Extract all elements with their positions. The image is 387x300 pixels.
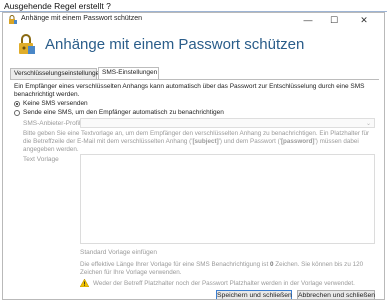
minimize-button[interactable]: —	[295, 13, 321, 28]
password-placeholder: [password]	[280, 138, 315, 145]
radio-send-sms[interactable]: Sende eine SMS, um den Empfänger automat…	[14, 109, 224, 117]
lock-attachment-icon	[9, 15, 17, 24]
text-template-label: Text Vorlage	[23, 156, 59, 163]
tab-encryption-settings[interactable]: Verschlüsselungseinstellungen	[10, 68, 103, 79]
dialog-footer: Speichern und schließen Abbrechen und sc…	[3, 289, 384, 299]
provider-profile-select[interactable]: ⌄	[80, 118, 375, 128]
radio-button[interactable]	[14, 101, 20, 107]
warning-icon	[80, 279, 89, 287]
placeholder-warning: Weder der Betreff Platzhalter noch der P…	[80, 279, 380, 287]
info-text-2: ') und dem Passwort ('	[218, 138, 281, 145]
dialog-window: Anhänge mit einem Passwort schützen — ☐ …	[2, 12, 385, 300]
provider-profile-label: SMS-Anbieter-Profil	[23, 120, 81, 127]
text-template-textarea[interactable]	[80, 154, 375, 244]
cancel-and-close-button[interactable]: Abbrechen und schließen	[297, 290, 375, 299]
background-window-title: Ausgehende Regel erstellt ?	[4, 1, 111, 11]
insert-default-template-link[interactable]: Standard Vorlage einfügen	[80, 249, 157, 256]
chevron-down-icon: ⌄	[365, 121, 371, 127]
title-bar[interactable]: Anhänge mit einem Passwort schützen — ☐ …	[3, 13, 384, 28]
window-title: Anhänge mit einem Passwort schützen	[21, 15, 143, 22]
maximize-button[interactable]: ☐	[321, 13, 347, 28]
radio-no-sms[interactable]: Keine SMS versenden	[14, 100, 88, 108]
tab-sms-settings[interactable]: SMS-Einstellungen	[98, 67, 159, 79]
close-button[interactable]: ✕	[351, 13, 377, 28]
save-and-close-button[interactable]: Speichern und schließen	[216, 290, 292, 299]
length-info: Die effektive Länge Ihrer Vorlage für ei…	[80, 261, 375, 277]
radio-button[interactable]	[14, 110, 20, 116]
dialog-title: Anhänge mit einem Passwort schützen	[45, 36, 305, 53]
lock-attachment-icon	[19, 34, 35, 54]
template-info: Bitte geben Sie eine Textvorlage an, um …	[23, 130, 375, 154]
radio-send-sms-label: Sende eine SMS, um den Empfänger automat…	[23, 109, 224, 116]
dialog-header: Anhänge mit einem Passwort schützen	[3, 28, 384, 62]
subject-placeholder: [subject]	[192, 138, 219, 145]
radio-no-sms-label: Keine SMS versenden	[23, 100, 88, 107]
sms-description: Ein Empfänger eines verschlüsselten Anha…	[14, 83, 365, 98]
sms-settings-panel: Ein Empfänger eines verschlüsselten Anha…	[10, 79, 379, 287]
length-text-1: Die effektive Länge Ihrer Vorlage für ei…	[80, 261, 270, 268]
warning-text: Weder der Betreff Platzhalter noch der P…	[93, 279, 355, 287]
